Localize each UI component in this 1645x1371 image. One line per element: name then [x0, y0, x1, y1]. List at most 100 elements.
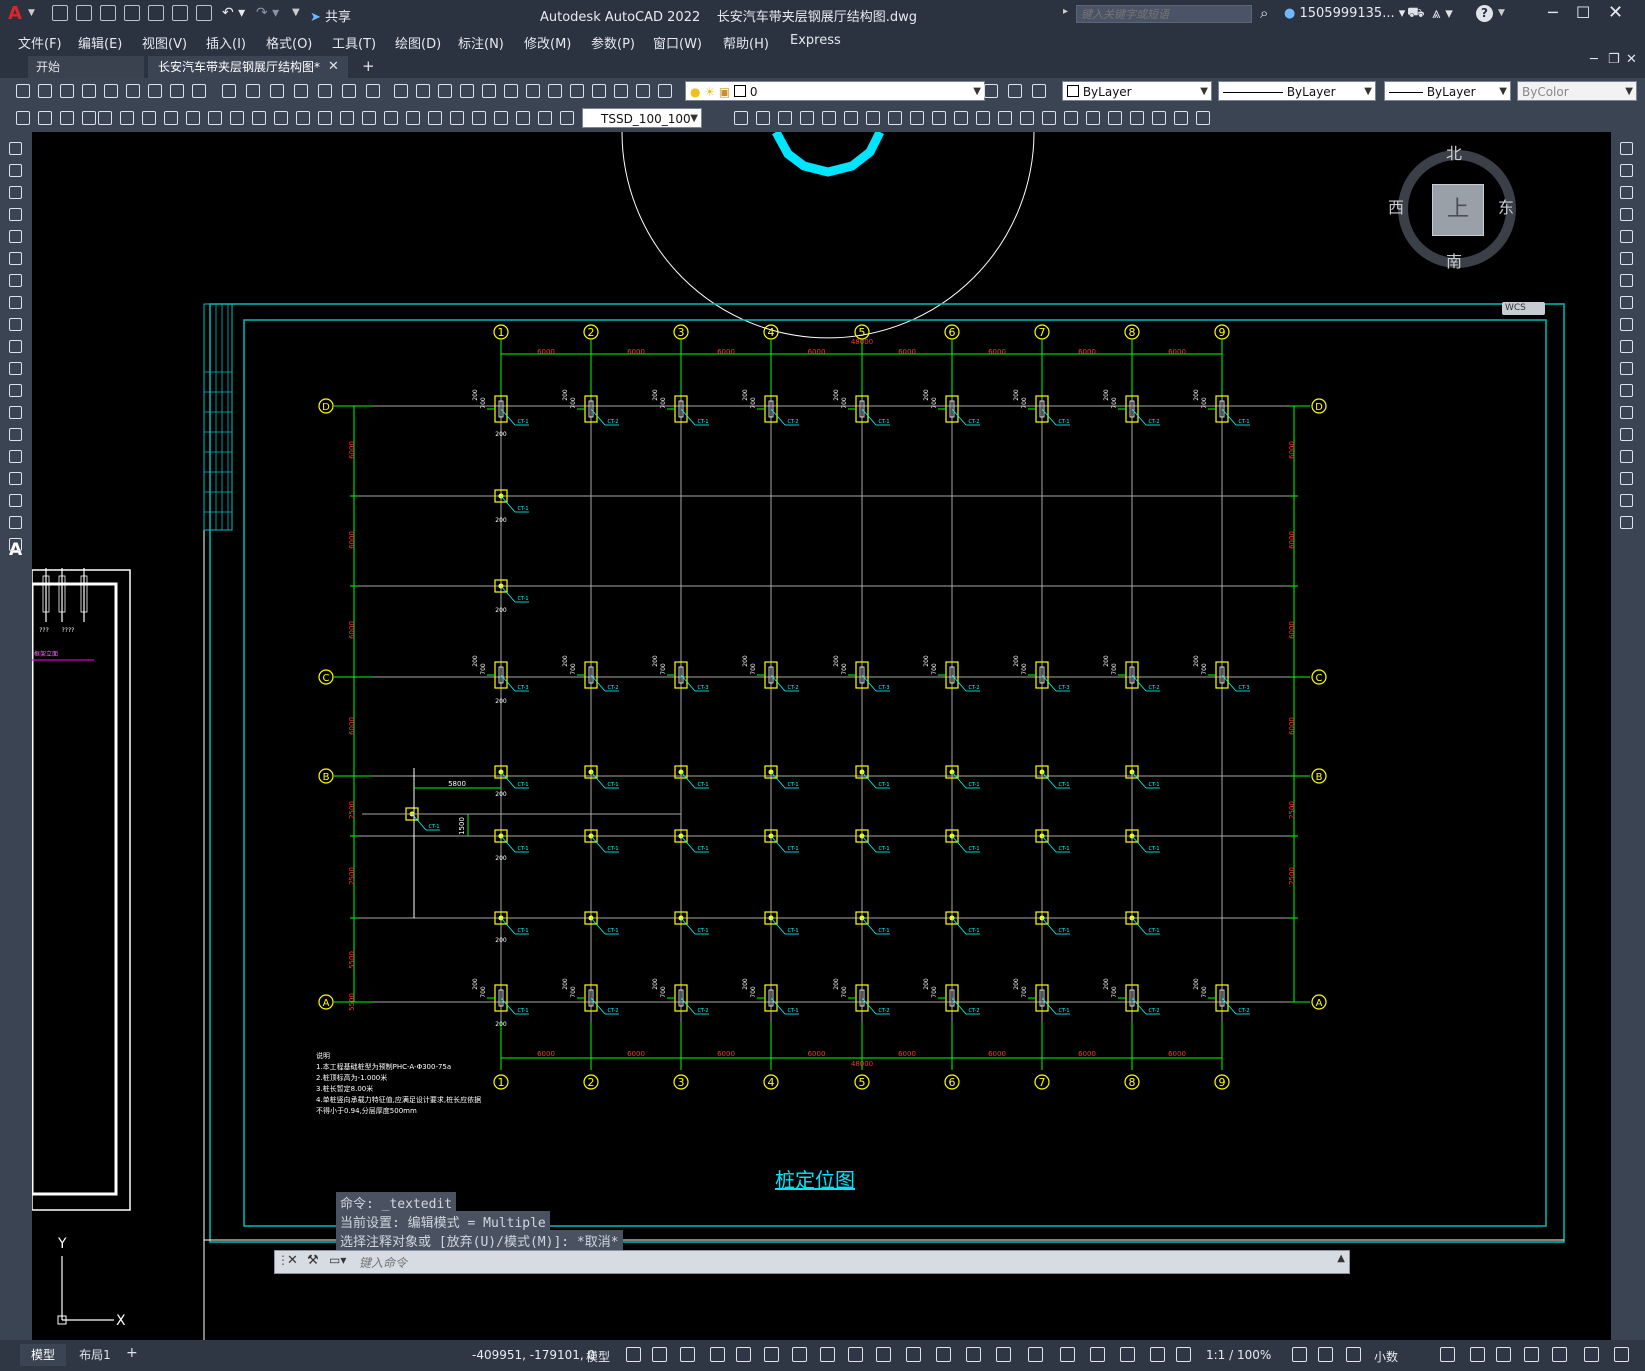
search-icon[interactable]: ⌕	[1260, 4, 1268, 22]
tb1-tool-icon-30[interactable]	[1006, 82, 1024, 100]
command-scroll-icon[interactable]: ▲	[1337, 1253, 1345, 1264]
menu-10[interactable]: 窗口(W)	[653, 33, 702, 52]
status-toggle-icon-22[interactable]	[1346, 1347, 1361, 1362]
tab-close-icon[interactable]: ✕	[328, 59, 339, 74]
tb2-tool-icon-8[interactable]	[184, 109, 202, 127]
redo-icon[interactable]: ↷ ▾	[256, 5, 279, 21]
modify-tool-icon-10[interactable]	[1618, 360, 1636, 378]
plotstyle-dropdown[interactable]: ByColor ▼	[1517, 81, 1637, 101]
tb1-tool-icon-27[interactable]	[634, 82, 652, 100]
modify-tool-icon-4[interactable]	[1618, 228, 1636, 246]
command-close-icon[interactable]: ✕	[287, 1253, 298, 1268]
tb2-tool-icon-47[interactable]	[1194, 109, 1212, 127]
menu-0[interactable]: 文件(F)	[18, 33, 62, 52]
wcs-menu[interactable]: WCS	[1502, 302, 1545, 315]
menu-1[interactable]: 编辑(E)	[78, 33, 122, 52]
tb2-tool-icon-27[interactable]	[754, 109, 772, 127]
menu-8[interactable]: 修改(M)	[524, 33, 571, 52]
draw-tool-icon-18[interactable]	[7, 536, 25, 554]
plot-icon[interactable]	[196, 5, 214, 23]
tb2-tool-icon-31[interactable]	[842, 109, 860, 127]
menu-12[interactable]: Express	[790, 33, 841, 48]
modify-tool-icon-3[interactable]	[1618, 206, 1636, 224]
draw-tool-icon-13[interactable]	[7, 426, 25, 444]
modify-tool-icon-16[interactable]	[1618, 492, 1636, 510]
model-space-canvas[interactable]: ??????? 框架立面 6000 6000 6000 6000 6000 6000 6000…	[32, 132, 1611, 1340]
viewcube-north[interactable]: 北	[1446, 140, 1462, 164]
customize-arrow-icon[interactable]: ▼	[292, 7, 300, 18]
tb1-tool-icon-2[interactable]	[58, 82, 76, 100]
close-icon[interactable]: ✕	[1608, 2, 1623, 23]
share-button[interactable]: ➤ 共享	[310, 6, 351, 25]
tb2-tool-icon-22[interactable]	[492, 109, 510, 127]
tb2-tool-icon-17[interactable]	[382, 109, 400, 127]
tb1-tool-icon-24[interactable]	[568, 82, 586, 100]
modify-tool-icon-12[interactable]	[1618, 404, 1636, 422]
menu-6[interactable]: 绘图(D)	[395, 33, 441, 52]
save-icon[interactable]	[100, 5, 118, 23]
new-icon[interactable]	[52, 5, 70, 23]
status-toggle-icon-19[interactable]	[1176, 1347, 1191, 1362]
status-toggle-icon-12[interactable]	[966, 1347, 981, 1362]
status-toggle-icon-24[interactable]	[1470, 1347, 1485, 1362]
tb2-tool-icon-37[interactable]	[974, 109, 992, 127]
draw-tool-icon-2[interactable]	[7, 184, 25, 202]
units-selector[interactable]: 小数	[1374, 1348, 1398, 1365]
doc-restore-icon[interactable]: ❐	[1608, 52, 1620, 67]
draw-tool-icon-9[interactable]	[7, 338, 25, 356]
tb2-tool-icon-14[interactable]	[316, 109, 334, 127]
tb1-tool-icon-19[interactable]	[458, 82, 476, 100]
modify-tool-icon-9[interactable]	[1618, 338, 1636, 356]
command-input[interactable]	[357, 1253, 1341, 1273]
tb2-tool-icon-42[interactable]	[1084, 109, 1102, 127]
open-web-icon[interactable]	[148, 5, 166, 23]
status-toggle-icon-20[interactable]	[1292, 1347, 1307, 1362]
status-toggle-icon-16[interactable]	[1090, 1347, 1105, 1362]
modify-tool-icon-1[interactable]	[1618, 162, 1636, 180]
draw-tool-icon-4[interactable]	[7, 228, 25, 246]
tb1-tool-icon-13[interactable]	[316, 82, 334, 100]
status-toggle-icon-29[interactable]	[1614, 1347, 1629, 1362]
status-toggle-icon-11[interactable]	[936, 1347, 951, 1362]
modify-tool-icon-7[interactable]	[1618, 294, 1636, 312]
tb1-tool-icon-8[interactable]	[190, 82, 208, 100]
menu-11[interactable]: 帮助(H)	[723, 33, 769, 52]
tb2-tool-icon-26[interactable]	[732, 109, 750, 127]
status-toggle-icon-9[interactable]	[876, 1347, 891, 1362]
viewcube-east[interactable]: 东	[1498, 194, 1514, 218]
tb2-tool-icon-13[interactable]	[294, 109, 312, 127]
menu-4[interactable]: 格式(O)	[266, 33, 312, 52]
draw-tool-icon-3[interactable]	[7, 206, 25, 224]
autodesk-app-icon[interactable]: ⩓ ▾	[1432, 4, 1453, 22]
status-toggle-icon-27[interactable]	[1552, 1347, 1567, 1362]
viewcube-top-face[interactable]: 上	[1432, 184, 1484, 236]
status-toggle-icon-4[interactable]	[736, 1347, 751, 1362]
tb1-tool-icon-9[interactable]	[220, 82, 238, 100]
status-toggle-icon-14[interactable]	[1028, 1347, 1043, 1362]
user-account[interactable]: ● 1505999135... ▾	[1284, 6, 1405, 21]
status-toggle-icon-26[interactable]	[1524, 1347, 1539, 1362]
tb2-tool-icon-5[interactable]	[118, 109, 136, 127]
save-as-icon[interactable]	[124, 5, 142, 23]
tb1-tool-icon-10[interactable]	[244, 82, 262, 100]
search-arrow-icon[interactable]: ▸	[1063, 6, 1068, 17]
tb2-tool-icon-23[interactable]	[514, 109, 532, 127]
tb2-tool-icon-20[interactable]	[448, 109, 466, 127]
modify-tool-icon-17[interactable]	[1618, 514, 1636, 532]
command-customize-icon[interactable]: ⚒	[307, 1253, 319, 1268]
tb2-tool-icon-33[interactable]	[886, 109, 904, 127]
tb2-tool-icon-6[interactable]	[140, 109, 158, 127]
linetype-dropdown[interactable]: ByLayer ▼	[1218, 81, 1376, 101]
modify-tool-icon-5[interactable]	[1618, 250, 1636, 268]
open-icon[interactable]	[76, 5, 94, 23]
status-toggle-icon-7[interactable]	[820, 1347, 835, 1362]
tb2-tool-icon-35[interactable]	[930, 109, 948, 127]
tb2-tool-icon-30[interactable]	[820, 109, 838, 127]
status-toggle-icon-21[interactable]	[1318, 1347, 1333, 1362]
tb2-tool-icon-29[interactable]	[798, 109, 816, 127]
tb2-tool-icon-12[interactable]	[272, 109, 290, 127]
tb1-tool-icon-21[interactable]	[502, 82, 520, 100]
status-toggle-icon-8[interactable]	[848, 1347, 863, 1362]
tb1-tool-icon-4[interactable]	[102, 82, 120, 100]
tb2-tool-icon-43[interactable]	[1106, 109, 1124, 127]
